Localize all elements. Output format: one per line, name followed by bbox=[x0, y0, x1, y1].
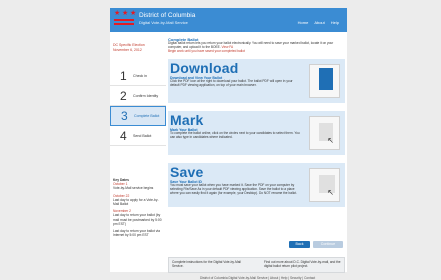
flag-bar bbox=[114, 23, 134, 25]
step-confirm-identity[interactable]: 2 Confirm Identity bbox=[110, 86, 166, 106]
mark-card: Mark Mark Your Ballot To complete the ba… bbox=[168, 111, 345, 155]
star-icon: ★ bbox=[114, 10, 121, 17]
flag-bar bbox=[114, 19, 134, 21]
download-card: Download Download and View Your Ballot C… bbox=[168, 59, 345, 103]
step-number: 2 bbox=[120, 88, 127, 103]
step-label: Confirm Identity bbox=[133, 93, 159, 98]
nav-about[interactable]: About bbox=[314, 20, 324, 25]
intro-warning: Begin work until you have saved your com… bbox=[168, 48, 245, 53]
star-icon: ★ bbox=[122, 10, 129, 17]
key-date-text: Last day to apply for a Vote-by-Mail Bal… bbox=[113, 197, 159, 207]
save-illustration: ↖ bbox=[309, 168, 340, 202]
site-header: ★ ★ ★ District of Columbia Digital Vote-… bbox=[110, 8, 347, 32]
brand-title[interactable]: District of Columbia bbox=[139, 12, 195, 19]
step-number: 1 bbox=[120, 68, 127, 83]
step-list: 1 Check in 2 Confirm Identity 3 Complete… bbox=[110, 66, 166, 146]
card-title: Mark bbox=[170, 112, 204, 128]
step-number: 3 bbox=[121, 109, 128, 123]
intro-text: Digital ballot return lets you return yo… bbox=[168, 41, 338, 53]
step-check-in[interactable]: 1 Check in bbox=[110, 66, 166, 86]
election-date: November 6, 2012 bbox=[113, 47, 142, 52]
step-label: Complete Ballot bbox=[134, 114, 160, 118]
step-label: Send Ballot bbox=[133, 133, 152, 138]
card-text: You must save your ballot when you have … bbox=[170, 183, 297, 195]
card-title: Download bbox=[170, 60, 239, 76]
pdf-download-icon[interactable] bbox=[309, 64, 340, 98]
continue-button[interactable]: Continue bbox=[313, 241, 343, 248]
mark-illustration: ↖ bbox=[309, 116, 340, 150]
card-title: Save bbox=[170, 164, 204, 180]
card-text: Click the PDF icon at the right to downl… bbox=[170, 79, 293, 87]
cursor-icon: ↖ bbox=[327, 136, 334, 145]
save-card: Save Save Your Ballot ID You must save y… bbox=[168, 163, 345, 207]
step-label: Check in bbox=[133, 73, 147, 78]
info-box: Complete instructions for the Digital Vo… bbox=[168, 257, 345, 273]
key-date-text: Last day to return your ballot (by mail … bbox=[113, 213, 162, 226]
nav-help[interactable]: Help bbox=[331, 20, 339, 25]
step-number: 4 bbox=[120, 128, 127, 143]
back-button[interactable]: Back bbox=[289, 241, 310, 248]
top-nav: Home About Help bbox=[298, 20, 339, 25]
button-row: Back Continue bbox=[168, 241, 345, 250]
nav-home[interactable]: Home bbox=[298, 20, 309, 25]
cursor-icon: ↖ bbox=[327, 188, 334, 197]
dc-flag-stars: ★ ★ ★ bbox=[114, 10, 137, 17]
key-dates: Key Dates October 1 Vote-by-Mail service… bbox=[113, 178, 163, 237]
election-info: DC Specific Election November 6, 2012 bbox=[113, 43, 163, 52]
star-icon: ★ bbox=[130, 10, 137, 17]
key-date-text: Last day to return your ballot via Inter… bbox=[113, 229, 160, 238]
step-send-ballot[interactable]: 4 Send Ballot bbox=[110, 126, 166, 146]
card-text: To complete the ballot online, click on … bbox=[170, 131, 300, 139]
brand-subtitle: Digital Vote-by-Mail Service bbox=[139, 20, 188, 25]
instructions-note[interactable]: Complete instructions for the Digital Vo… bbox=[172, 260, 242, 269]
more-info-note[interactable]: Find out more about D.C. Digital Vote-by… bbox=[264, 260, 344, 269]
sidebar: DC Specific Election November 6, 2012 1 … bbox=[110, 32, 166, 272]
site-footer: District of Columbia Digital Vote-by-Mai… bbox=[200, 276, 316, 280]
page: ★ ★ ★ District of Columbia Digital Vote-… bbox=[110, 8, 347, 280]
ballot-document-icon bbox=[319, 68, 333, 90]
step-complete-ballot[interactable]: 3 Complete Ballot bbox=[110, 106, 166, 126]
